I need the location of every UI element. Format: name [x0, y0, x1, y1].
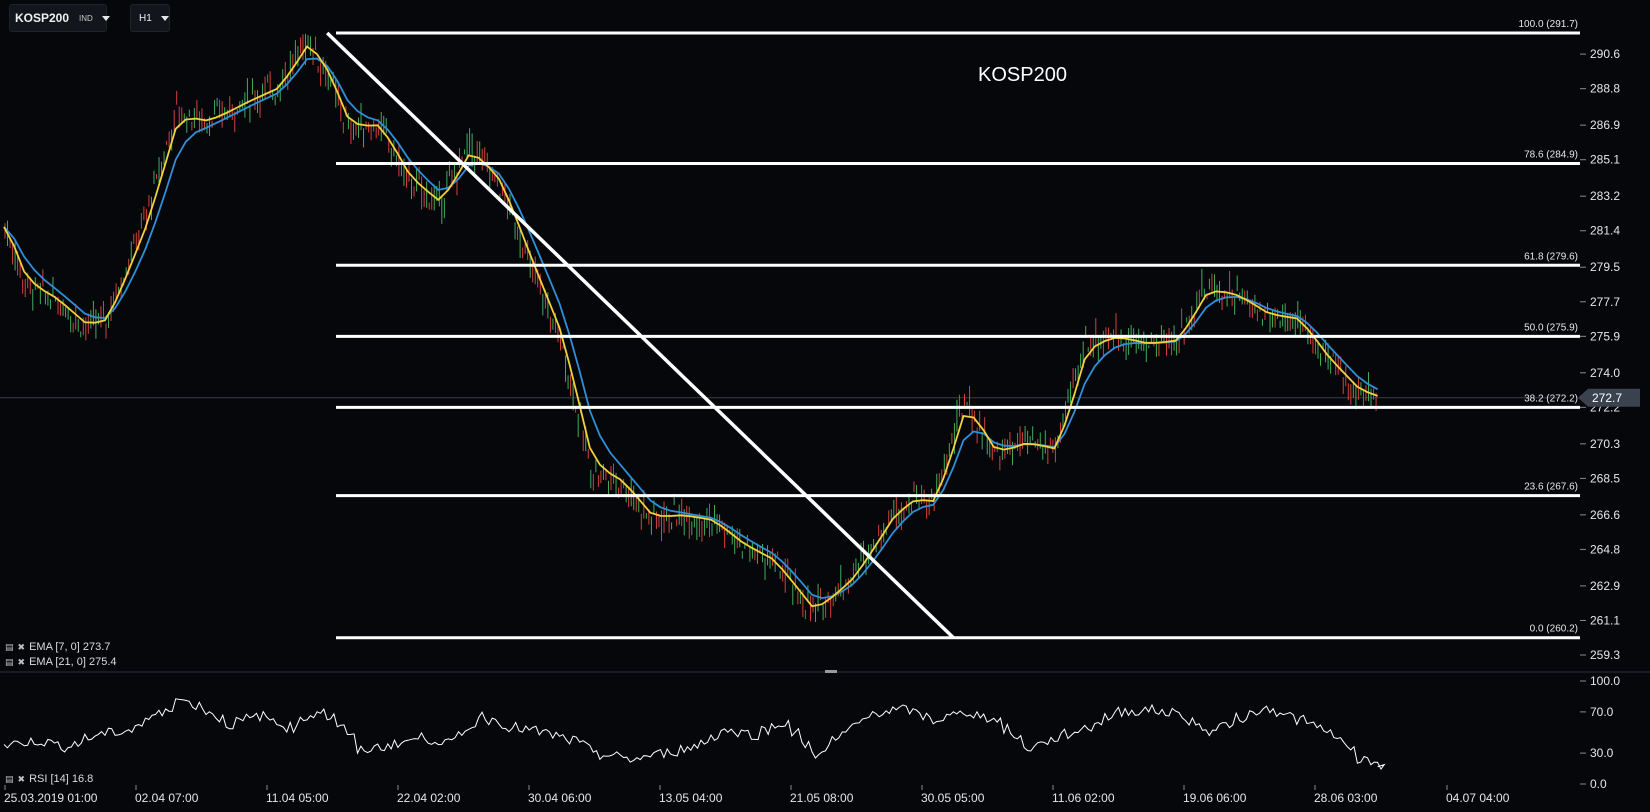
x-axis-tick-label: 28.06 03:00 — [1314, 791, 1378, 805]
y-axis-tick-label: 281.4 — [1590, 224, 1620, 238]
chart-workspace[interactable]: 100.0 (291.7) 78.6 (284.9) 61.8 (279.6) 50.… — [0, 0, 1650, 812]
x-axis-tick-label: 22.04 02:00 — [397, 791, 461, 805]
y-axis-tick-label: 261.1 — [1590, 613, 1620, 627]
instrument-class-label: IND — [79, 13, 93, 23]
x-axis-tick-label: 19.06 06:00 — [1183, 791, 1247, 805]
y-axis-tick-label: 285.1 — [1590, 153, 1620, 167]
ema21-legend[interactable]: ▤ ✖ EMA [21, 0] 275.4 — [5, 656, 117, 668]
ema21-legend-label: EMA [21, 0] 275.4 — [29, 656, 117, 668]
fib-level-label: 50.0 (275.9) — [1524, 322, 1578, 333]
fib-level-label: 23.6 (267.6) — [1524, 482, 1578, 493]
rsi-y-tick-label: 0.0 — [1590, 777, 1607, 791]
pane-resize-handle[interactable] — [825, 670, 837, 673]
symbol-selector[interactable]: KOSP200 IND — [9, 4, 110, 32]
x-axis-tick-label: 30.05 05:00 — [921, 791, 985, 805]
y-axis-tick-label: 290.6 — [1590, 47, 1620, 61]
fib-level-label: 61.8 (279.6) — [1524, 251, 1578, 262]
y-axis-tick-label: 286.9 — [1590, 118, 1620, 132]
x-axis-tick-label: 11.06 02:00 — [1052, 791, 1115, 805]
chart-canvas[interactable]: 100.0 (291.7) 78.6 (284.9) 61.8 (279.6) 50.… — [0, 0, 1650, 812]
fib-level-label: 38.2 (272.2) — [1524, 393, 1578, 404]
settings-list-icon[interactable]: ▤ — [5, 642, 14, 653]
ema7-legend-label: EMA [7, 0] 273.7 — [29, 641, 111, 653]
rsi-y-tick-label: 70.0 — [1590, 705, 1614, 719]
settings-list-icon[interactable]: ▤ — [5, 774, 14, 785]
fib-level-label: 0.0 (260.2) — [1530, 624, 1578, 635]
y-axis-tick-label: 274.0 — [1590, 366, 1620, 380]
y-axis-tick-label: 275.9 — [1590, 329, 1620, 343]
chevron-down-icon — [101, 15, 110, 21]
y-axis-tick-label: 288.8 — [1590, 82, 1620, 96]
chevron-down-icon — [160, 15, 169, 21]
x-axis-tick-label: 25.03.2019 01:00 — [4, 791, 98, 805]
settings-list-icon[interactable]: ▤ — [5, 657, 14, 668]
close-icon[interactable]: ✖ — [18, 774, 26, 785]
y-axis-tick-label: 264.8 — [1590, 542, 1620, 556]
x-axis-tick-label: 13.05 04:00 — [659, 791, 723, 805]
timeframe-label: H1 — [139, 12, 152, 24]
x-axis-tick-label: 30.04 06:00 — [528, 791, 592, 805]
y-axis-tick-label: 259.3 — [1590, 648, 1620, 662]
rsi-legend-label: RSI [14] 16.8 — [29, 773, 94, 785]
chart-title: KOSP200 — [978, 64, 1067, 86]
current-price-label: 272.7 — [1592, 391, 1622, 405]
timeframe-selector[interactable]: H1 — [130, 4, 170, 32]
y-axis-tick-label: 266.6 — [1590, 508, 1620, 522]
y-axis-tick-label: 283.2 — [1590, 189, 1620, 203]
close-icon[interactable]: ✖ — [18, 642, 26, 653]
fib-level-label: 78.6 (284.9) — [1524, 150, 1578, 161]
ema7-legend[interactable]: ▤ ✖ EMA [7, 0] 273.7 — [5, 641, 110, 653]
fib-level-label: 100.0 (291.7) — [1519, 19, 1579, 30]
symbol-label: KOSP200 — [15, 11, 70, 25]
y-axis-tick-label: 270.3 — [1590, 437, 1620, 451]
x-axis-tick-label: 04.07 04:00 — [1446, 791, 1510, 805]
y-axis-tick-label: 277.7 — [1590, 295, 1620, 309]
rsi-legend[interactable]: ▤ ✖ RSI [14] 16.8 — [5, 773, 93, 785]
x-axis-tick-label: 11.04 05:00 — [266, 791, 329, 805]
close-icon[interactable]: ✖ — [18, 657, 26, 668]
rsi-y-tick-label: 30.0 — [1590, 746, 1614, 760]
y-axis-tick-label: 262.9 — [1590, 579, 1620, 593]
y-axis-tick-label: 268.5 — [1590, 471, 1620, 485]
rsi-y-tick-label: 100.0 — [1590, 674, 1620, 688]
x-axis-tick-label: 02.04 07:00 — [135, 791, 199, 805]
y-axis-tick-label: 279.5 — [1590, 260, 1620, 274]
x-axis-tick-label: 21.05 08:00 — [790, 791, 854, 805]
